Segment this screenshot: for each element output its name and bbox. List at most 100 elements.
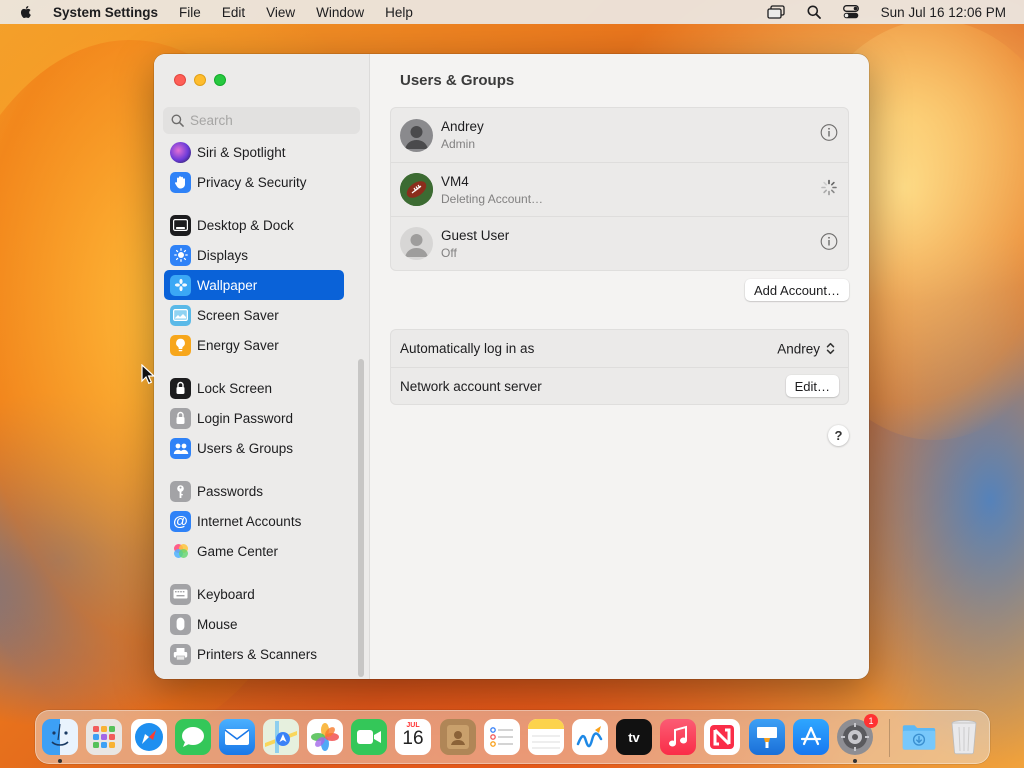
sidebar-search[interactable] xyxy=(163,107,360,134)
sidebar-item-lock-screen[interactable]: Lock Screen xyxy=(164,373,344,403)
sidebar-item-privacy-security[interactable]: Privacy & Security xyxy=(164,167,344,197)
sidebar-item-label: Game Center xyxy=(197,543,279,559)
auto-login-label: Automatically log in as xyxy=(400,341,535,356)
auto-login-value: Andrey xyxy=(777,341,820,356)
edit-button[interactable]: Edit… xyxy=(785,375,839,397)
close-button[interactable] xyxy=(174,74,186,86)
spotlight-search-icon[interactable] xyxy=(807,5,821,19)
apple-menu-icon[interactable] xyxy=(18,4,34,20)
printer-icon xyxy=(170,643,191,665)
network-server-row: Network account server Edit… xyxy=(391,367,848,404)
info-icon[interactable] xyxy=(820,232,838,255)
launchpad-icon[interactable] xyxy=(86,719,122,755)
messages-icon[interactable] xyxy=(175,719,211,755)
sidebar-item-screen-saver[interactable]: Screen Saver xyxy=(164,300,344,330)
music-icon[interactable] xyxy=(660,719,696,755)
users-list: Andrey Admin VM4 Deleting Account… Guest… xyxy=(390,107,849,271)
search-input[interactable] xyxy=(190,113,340,128)
user-row-vm4[interactable]: VM4 Deleting Account… xyxy=(391,162,848,216)
users-icon xyxy=(170,437,191,459)
screen-mirroring-icon[interactable] xyxy=(767,5,785,19)
freeform-icon[interactable] xyxy=(572,719,608,755)
calendar-icon[interactable]: JUL 16 xyxy=(395,719,431,755)
notes-icon[interactable] xyxy=(528,719,564,755)
mail-icon[interactable] xyxy=(219,719,255,755)
help-button[interactable]: ? xyxy=(828,425,849,446)
sidebar-item-label: Desktop & Dock xyxy=(197,217,294,233)
sidebar-item-wallpaper[interactable]: Wallpaper xyxy=(164,270,344,300)
safari-icon[interactable] xyxy=(131,719,167,755)
user-name: Guest User xyxy=(441,227,510,243)
sidebar: Siri & Spotlight Privacy & Security Desk… xyxy=(154,54,370,679)
contacts-icon[interactable] xyxy=(440,719,476,755)
user-row-guest[interactable]: Guest User Off xyxy=(391,216,848,270)
sidebar-item-game-center[interactable]: Game Center xyxy=(164,536,344,566)
trash-icon[interactable] xyxy=(946,719,982,755)
sidebar-item-label: Displays xyxy=(197,247,249,263)
sidebar-item-keyboard[interactable]: Keyboard xyxy=(164,579,344,609)
sidebar-item-label: Lock Screen xyxy=(197,380,273,396)
menu-file[interactable]: File xyxy=(179,5,201,20)
facetime-icon[interactable] xyxy=(351,719,387,755)
control-center-icon[interactable] xyxy=(842,5,859,19)
sidebar-scrollbar[interactable] xyxy=(358,359,364,677)
sidebar-item-passwords[interactable]: Passwords xyxy=(164,476,344,506)
screen-saver-icon xyxy=(170,304,191,326)
reminders-icon[interactable] xyxy=(484,719,520,755)
downloads-folder-icon[interactable] xyxy=(901,719,937,755)
sidebar-item-desktop-dock[interactable]: Desktop & Dock xyxy=(164,210,344,240)
sidebar-item-label: Energy Saver xyxy=(197,337,279,353)
sidebar-item-label: Keyboard xyxy=(197,586,255,602)
zoom-button[interactable] xyxy=(214,74,226,86)
user-name: VM4 xyxy=(441,173,469,189)
sidebar-item-label: Passwords xyxy=(197,483,264,499)
sidebar-item-label: Users & Groups xyxy=(197,440,294,456)
chevron-up-down-icon xyxy=(826,342,835,355)
keynote-icon[interactable] xyxy=(749,719,785,755)
sidebar-item-label: Wallpaper xyxy=(197,277,258,293)
user-status: Deleting Account… xyxy=(441,191,544,206)
sidebar-item-mouse[interactable]: Mouse xyxy=(164,609,344,639)
avatar xyxy=(400,227,433,260)
sidebar-item-login-password[interactable]: Login Password xyxy=(164,403,344,433)
menu-clock[interactable]: Sun Jul 16 12:06 PM xyxy=(881,5,1006,20)
notification-badge: 1 xyxy=(864,714,878,728)
game-center-icon xyxy=(170,541,191,562)
auto-login-popup[interactable]: Andrey xyxy=(777,341,835,356)
user-role: Admin xyxy=(441,137,476,151)
app-store-icon[interactable] xyxy=(793,719,829,755)
user-name: Andrey xyxy=(441,119,484,134)
mouse-cursor-icon xyxy=(141,364,155,385)
sidebar-item-label: Siri & Spotlight xyxy=(197,144,286,160)
window-controls xyxy=(174,74,226,86)
finder-icon[interactable] xyxy=(42,719,78,755)
sidebar-item-displays[interactable]: Displays xyxy=(164,240,344,270)
menu-edit[interactable]: Edit xyxy=(222,5,245,20)
sidebar-item-internet-accounts[interactable]: @ Internet Accounts xyxy=(164,506,344,536)
sidebar-item-users-groups[interactable]: Users & Groups xyxy=(164,433,344,463)
sidebar-item-energy-saver[interactable]: Energy Saver xyxy=(164,330,344,360)
search-icon xyxy=(171,114,184,127)
user-row-andrey[interactable]: Andrey Admin xyxy=(391,108,848,162)
add-account-button[interactable]: Add Account… xyxy=(745,279,849,301)
sidebar-item-printers-scanners[interactable]: Printers & Scanners xyxy=(164,639,344,669)
calendar-day: 16 xyxy=(402,728,424,749)
sidebar-item-siri-spotlight[interactable]: Siri & Spotlight xyxy=(164,137,344,167)
user-status: Off xyxy=(441,245,457,260)
spinner-icon xyxy=(820,178,838,201)
menu-view[interactable]: View xyxy=(266,5,295,20)
photos-icon[interactable] xyxy=(307,719,343,755)
hand-icon xyxy=(170,171,191,193)
at-icon: @ xyxy=(170,510,191,532)
menu-help[interactable]: Help xyxy=(385,5,413,20)
dock: JUL 16 tv 1 xyxy=(35,710,990,764)
minimize-button[interactable] xyxy=(194,74,206,86)
lock-icon xyxy=(170,377,191,399)
menu-window[interactable]: Window xyxy=(316,5,364,20)
news-icon[interactable] xyxy=(704,719,740,755)
bulb-icon xyxy=(170,334,191,356)
maps-icon[interactable] xyxy=(263,719,299,755)
menu-app-name[interactable]: System Settings xyxy=(53,5,158,20)
apple-tv-icon[interactable]: tv xyxy=(616,719,652,755)
info-icon[interactable] xyxy=(820,124,838,147)
